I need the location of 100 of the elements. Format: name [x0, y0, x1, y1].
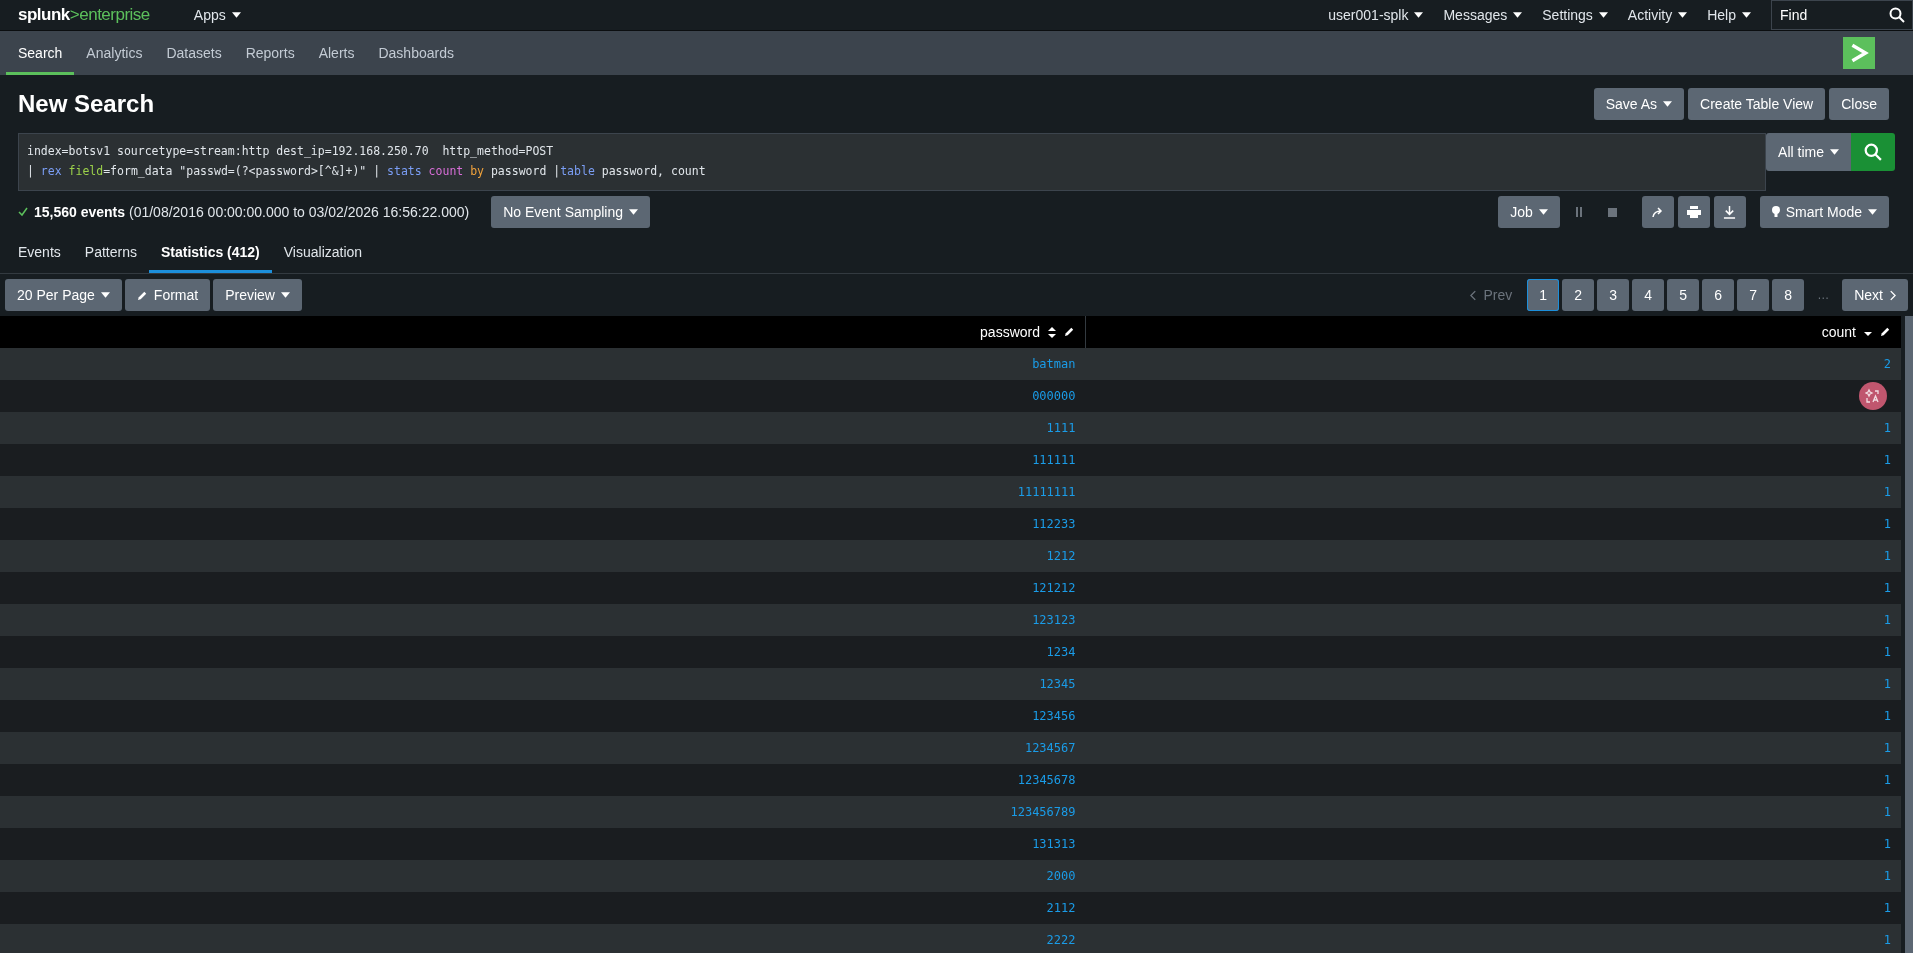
chevron-right-icon [1889, 289, 1896, 301]
table-cell[interactable]: 1 [1883, 837, 1891, 851]
pencil-icon [136, 289, 148, 301]
caret-icon [100, 292, 110, 298]
job-menu-button[interactable]: Job [1498, 196, 1560, 228]
table-cell[interactable]: 1 [1883, 933, 1891, 947]
page-button[interactable]: 2 [1562, 279, 1595, 311]
format-button[interactable]: Format [124, 279, 211, 311]
time-range-picker[interactable]: All time [1766, 133, 1851, 171]
translate-icon[interactable] [1859, 382, 1887, 410]
search-query-field[interactable]: index=botsv1 sourcetype=stream:http dest_ip=192.168.250.70 http_method=POST | rex field=form_data "passwd=(?<password>[^&]+)" | stats count by password |table password, count [18, 133, 1767, 191]
nav-tab[interactable]: Datasets [154, 31, 234, 75]
nav-tab[interactable]: Search [6, 31, 75, 75]
stop-icon [1608, 207, 1618, 217]
table-cell[interactable]: 111111 [1032, 453, 1076, 467]
download-icon [1723, 205, 1737, 219]
table-cell[interactable]: 1 [1883, 901, 1891, 915]
share-button[interactable] [1641, 196, 1674, 228]
table-cell[interactable]: 1 [1883, 869, 1891, 883]
table-cell[interactable]: 1 [1883, 549, 1891, 563]
table-cell[interactable]: 131313 [1032, 837, 1076, 851]
caret-icon [1598, 12, 1608, 18]
export-button[interactable] [1713, 196, 1746, 228]
lightbulb-icon [1771, 206, 1780, 218]
table-cell[interactable]: 123123 [1032, 613, 1076, 627]
table-cell[interactable]: 2000 [1046, 869, 1076, 883]
nav-tab[interactable]: Reports [233, 31, 307, 75]
page-button[interactable]: 8 [1772, 279, 1805, 311]
table-cell[interactable]: 1212 [1046, 549, 1076, 563]
table-cell[interactable]: batman [1032, 357, 1076, 371]
table-cell[interactable]: 123456789 [1010, 805, 1076, 819]
menu-item[interactable]: Activity [1617, 0, 1698, 30]
table-cell[interactable]: 1 [1883, 773, 1891, 787]
event-sampling-dropdown[interactable]: No Event Sampling [491, 196, 650, 228]
table-cell[interactable]: 12345 [1039, 677, 1076, 691]
results-tab[interactable]: Visualization [271, 233, 375, 273]
event-count-text: 15,560 events (01/08/2016 00:00:00.000 to 03/02/2026 16:56:22.000) [34, 204, 470, 220]
table-cell[interactable]: 1 [1883, 613, 1891, 627]
table-cell[interactable]: 11111111 [1017, 485, 1076, 499]
table-cell[interactable]: 112233 [1032, 517, 1076, 531]
menu-item[interactable]: Help [1697, 0, 1761, 30]
nav-tab[interactable]: Alerts [306, 31, 367, 75]
table-cell[interactable]: 1 [1883, 453, 1891, 467]
menu-item[interactable]: Messages [1433, 0, 1533, 30]
scrollbar[interactable] [1905, 316, 1913, 953]
table-cell[interactable]: 1234 [1046, 645, 1076, 659]
page-button[interactable]: 1 [1527, 279, 1560, 311]
page-button[interactable]: 4 [1632, 279, 1665, 311]
table-cell[interactable]: 000000 [1032, 389, 1076, 403]
table-cell[interactable]: 1 [1883, 805, 1891, 819]
table-cell[interactable]: 1 [1883, 485, 1891, 499]
table-cell[interactable]: 1 [1883, 645, 1891, 659]
column-header[interactable]: password [980, 324, 1040, 340]
page-button[interactable]: 3 [1597, 279, 1630, 311]
caret-icon [231, 12, 241, 18]
search-mode-dropdown[interactable]: Smart Mode [1759, 196, 1889, 228]
table-cell[interactable]: 2 [1883, 357, 1891, 371]
menu-item[interactable]: Settings [1532, 0, 1618, 30]
table-cell[interactable]: 1111 [1046, 421, 1076, 435]
table-cell[interactable]: 1 [1883, 709, 1891, 723]
preview-dropdown[interactable]: Preview [213, 279, 302, 311]
share-arrow-icon [1650, 206, 1665, 218]
table-cell[interactable]: 123456 [1032, 709, 1076, 723]
header-button[interactable]: Save As [1593, 88, 1685, 120]
table-cell[interactable]: 2112 [1046, 901, 1076, 915]
pagination-ellipsis: … [1816, 288, 1831, 302]
page-button[interactable]: 5 [1667, 279, 1700, 311]
search-icon [1864, 143, 1882, 161]
nav-tab[interactable]: Dashboards [366, 31, 466, 75]
column-header[interactable]: count [1821, 324, 1856, 340]
menu-item[interactable]: user001-splk [1318, 0, 1434, 30]
header-button[interactable]: Create Table View [1688, 88, 1826, 120]
next-page-button[interactable]: Next [1842, 279, 1908, 311]
table-cell[interactable]: 1 [1883, 421, 1891, 435]
search-button[interactable] [1851, 133, 1895, 171]
nav-tab[interactable]: Analytics [74, 31, 155, 75]
table-cell[interactable]: 1 [1883, 677, 1891, 691]
header-button[interactable]: Close [1829, 88, 1889, 120]
results-tab[interactable]: Events [6, 233, 73, 273]
table-cell[interactable]: 121212 [1032, 581, 1076, 595]
table-cell[interactable]: 1 [1883, 741, 1891, 755]
apps-menu[interactable]: Apps [183, 0, 251, 30]
table-cell[interactable]: 1 [1883, 581, 1891, 595]
caret-icon [1513, 12, 1523, 18]
table-cell[interactable]: 12345678 [1017, 773, 1076, 787]
sort-icon[interactable] [1048, 326, 1056, 338]
logo[interactable]: splunk>enterprise [18, 5, 150, 25]
page-button[interactable]: 6 [1702, 279, 1735, 311]
page-button[interactable]: 7 [1737, 279, 1770, 311]
find-field[interactable]: Find [1771, 0, 1913, 30]
results-tab[interactable]: Statistics (412) [148, 233, 272, 273]
table-cell[interactable]: 1 [1883, 517, 1891, 531]
per-page-dropdown[interactable]: 20 Per Page [5, 279, 122, 311]
caret-icon [1414, 12, 1424, 18]
results-tab[interactable]: Patterns [72, 233, 149, 273]
caret-icon [1868, 209, 1877, 215]
table-cell[interactable]: 1234567 [1024, 741, 1076, 755]
print-button[interactable] [1677, 196, 1710, 228]
table-cell[interactable]: 2222 [1046, 933, 1076, 947]
caret-icon [629, 209, 638, 215]
